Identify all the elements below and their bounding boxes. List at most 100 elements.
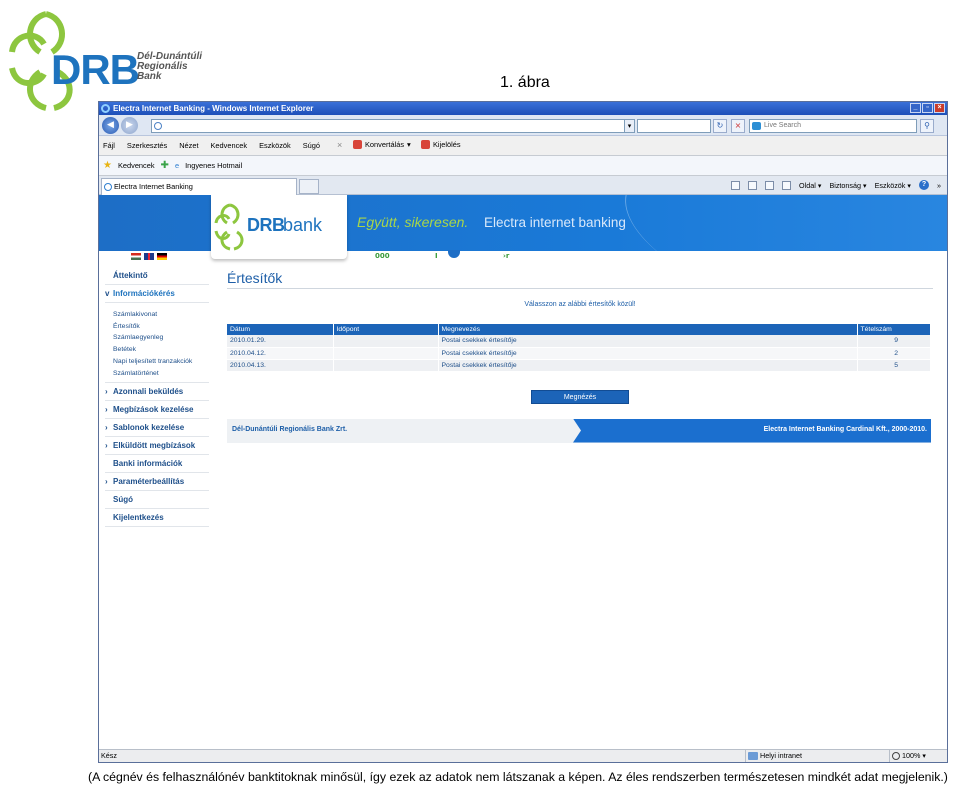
- submenu-napi-tranzakciok[interactable]: Napi teljesített tranzakciók: [113, 356, 209, 368]
- minimize-button[interactable]: _: [910, 103, 921, 113]
- column-header-name[interactable]: Megnevezés: [438, 324, 858, 335]
- live-search-input[interactable]: Live Search: [749, 119, 917, 133]
- drb-bank-flower-icon: [214, 203, 244, 251]
- refresh-icon[interactable]: ↻: [713, 119, 727, 133]
- address-extra-field[interactable]: [637, 119, 711, 133]
- new-tab-button[interactable]: [299, 179, 319, 194]
- sidebar-item-label: Azonnali beküldés: [113, 387, 184, 397]
- select-icon: [421, 140, 430, 149]
- column-header-time[interactable]: Időpont: [333, 324, 439, 335]
- tab-bar: Electra Internet Banking Oldal ▾ Biztons…: [99, 176, 947, 195]
- flag-german-icon[interactable]: [157, 253, 167, 260]
- cell-count: 9: [857, 335, 931, 348]
- sidebar-item-label: Banki információk: [113, 459, 183, 469]
- restore-button[interactable]: ▫: [922, 103, 933, 113]
- menu-favorites[interactable]: Kedvencek: [211, 141, 248, 150]
- sidebar-item-azonnali-bekuldes[interactable]: › Azonnali beküldés: [105, 383, 209, 402]
- sidebar-item-label: Információkérés: [113, 289, 175, 298]
- menu-help[interactable]: Súgó: [303, 141, 320, 150]
- table-row[interactable]: 2010.04.12. Postai csekkek értesítője 2: [227, 347, 931, 360]
- language-flags: [131, 253, 167, 260]
- submenu-szamlakivonat[interactable]: Számlakivonat: [113, 309, 209, 321]
- logo-bank-text: bank: [283, 215, 323, 235]
- zoom-icon: [892, 752, 900, 760]
- sidebar-item-kijelentkezes[interactable]: Kijelentkezés: [105, 509, 209, 528]
- browser-window: Electra Internet Banking - Windows Inter…: [98, 101, 948, 763]
- forward-button[interactable]: ▶: [121, 117, 138, 134]
- convert-button[interactable]: Konvertálás ▾: [353, 140, 411, 149]
- ie-icon: [101, 104, 110, 113]
- flag-english-icon[interactable]: [144, 253, 154, 260]
- sidebar-submenu: Számlakivonat Értesítők Számlaegyenleg B…: [105, 303, 209, 384]
- close-button[interactable]: ×: [934, 103, 945, 113]
- sidebar-item-informaciokeres[interactable]: v Információkérés: [105, 285, 209, 303]
- feeds-icon[interactable]: [748, 180, 758, 190]
- menu-file[interactable]: Fájl: [103, 141, 115, 150]
- tools-menu-label: Eszközök: [874, 180, 906, 190]
- chevron-right-icon: ›: [105, 405, 108, 415]
- sidebar-item-sablonok-kezelese[interactable]: › Sablonok kezelése: [105, 419, 209, 438]
- table-row[interactable]: 2010.01.29. Postai csekkek értesítője 9: [227, 335, 931, 348]
- favorites-star-icon[interactable]: ★: [103, 160, 112, 171]
- menu-view[interactable]: Nézet: [179, 141, 198, 150]
- sidebar-item-label: Súgó: [113, 495, 133, 505]
- add-favorite-icon[interactable]: ✚: [161, 160, 169, 171]
- hotmail-link[interactable]: Ingyenes Hotmail: [185, 161, 242, 170]
- sidebar-item-elkuldott-megbizasok[interactable]: › Elküldött megbízások: [105, 437, 209, 456]
- submenu-szamlaegyenleg[interactable]: Számlaegyenleg: [113, 332, 209, 344]
- tab-electra[interactable]: Electra Internet Banking: [101, 178, 297, 195]
- slogan: Együtt, sikeresen.: [357, 214, 469, 230]
- mail-icon[interactable]: [765, 180, 775, 190]
- favorites-button[interactable]: Kedvencek: [118, 161, 155, 170]
- instruction-text: Válasszon az alábbi értesítők közül!: [524, 301, 636, 308]
- strip-tab-drop: [448, 250, 460, 258]
- safety-menu-label: Biztonság: [829, 180, 862, 190]
- address-dropdown-button[interactable]: ▾: [624, 119, 635, 133]
- sidebar-item-attekinto[interactable]: Áttekintő: [105, 267, 209, 285]
- window-titlebar: Electra Internet Banking - Windows Inter…: [99, 102, 947, 115]
- security-zone[interactable]: Helyi intranet: [745, 750, 885, 762]
- strip-indicator-3: ›r: [503, 252, 510, 260]
- notifications-table: Dátum Időpont Megnevezés Tételszám 2010.…: [227, 324, 931, 372]
- sidebar-item-parameterbeallitas[interactable]: › Paraméterbeállítás: [105, 473, 209, 492]
- view-button[interactable]: Megnézés: [531, 389, 629, 404]
- zoom-control[interactable]: 100% ▾: [889, 750, 947, 762]
- select-button[interactable]: Kijelölés: [421, 140, 461, 149]
- help-icon[interactable]: ?: [919, 180, 929, 190]
- overflow-chevron[interactable]: »: [937, 181, 941, 190]
- toolbar-close-icon[interactable]: ×: [337, 140, 342, 150]
- search-placeholder: Live Search: [764, 122, 801, 129]
- cell-date: 2010.04.12.: [227, 347, 334, 360]
- column-header-count[interactable]: Tételszám: [857, 324, 931, 335]
- select-label: Kijelölés: [433, 140, 461, 149]
- flag-hungarian-icon[interactable]: [131, 253, 141, 260]
- sidebar-item-sugo[interactable]: Súgó: [105, 491, 209, 510]
- submenu-szamlatortenet[interactable]: Számlatörténet: [113, 368, 209, 380]
- product-name: Electra internet banking: [484, 215, 626, 230]
- tools-menu[interactable]: Eszközök ▾: [875, 181, 911, 190]
- table-row[interactable]: 2010.04.13. Postai csekkek értesítője 5: [227, 359, 931, 372]
- bank-name-line: Bank: [137, 71, 162, 82]
- print-icon[interactable]: [782, 180, 792, 190]
- home-icon[interactable]: [731, 180, 741, 190]
- stop-icon[interactable]: ×: [731, 119, 745, 133]
- drb-bank-logo[interactable]: DRB bank: [211, 195, 347, 259]
- tab-title: Electra Internet Banking: [114, 182, 193, 191]
- sidebar-item-banki-informaciok[interactable]: Banki információk: [105, 455, 209, 474]
- menu-edit[interactable]: Szerkesztés: [127, 141, 167, 150]
- sidebar-item-megbizasok-kezelese[interactable]: › Megbízások kezelése: [105, 401, 209, 420]
- back-button[interactable]: ◀: [102, 117, 119, 134]
- address-input[interactable]: [151, 119, 635, 133]
- page-menu[interactable]: Oldal ▾: [799, 181, 821, 190]
- column-header-date[interactable]: Dátum: [227, 324, 334, 335]
- sidebar-item-label: Kijelentkezés: [113, 513, 164, 523]
- menu-tools[interactable]: Eszközök: [259, 141, 291, 150]
- safety-menu[interactable]: Biztonság ▾: [829, 181, 866, 190]
- submenu-ertesitok[interactable]: Értesítők: [113, 321, 209, 333]
- tab-ie-icon: [104, 183, 112, 191]
- sidebar-item-label: Megbízások kezelése: [113, 405, 194, 415]
- document-caption: (A cégnév és felhasználónév banktitoknak…: [88, 770, 948, 784]
- submenu-betetek[interactable]: Betétek: [113, 344, 209, 356]
- search-go-icon[interactable]: ⚲: [920, 119, 934, 133]
- cell-count: 5: [857, 359, 931, 372]
